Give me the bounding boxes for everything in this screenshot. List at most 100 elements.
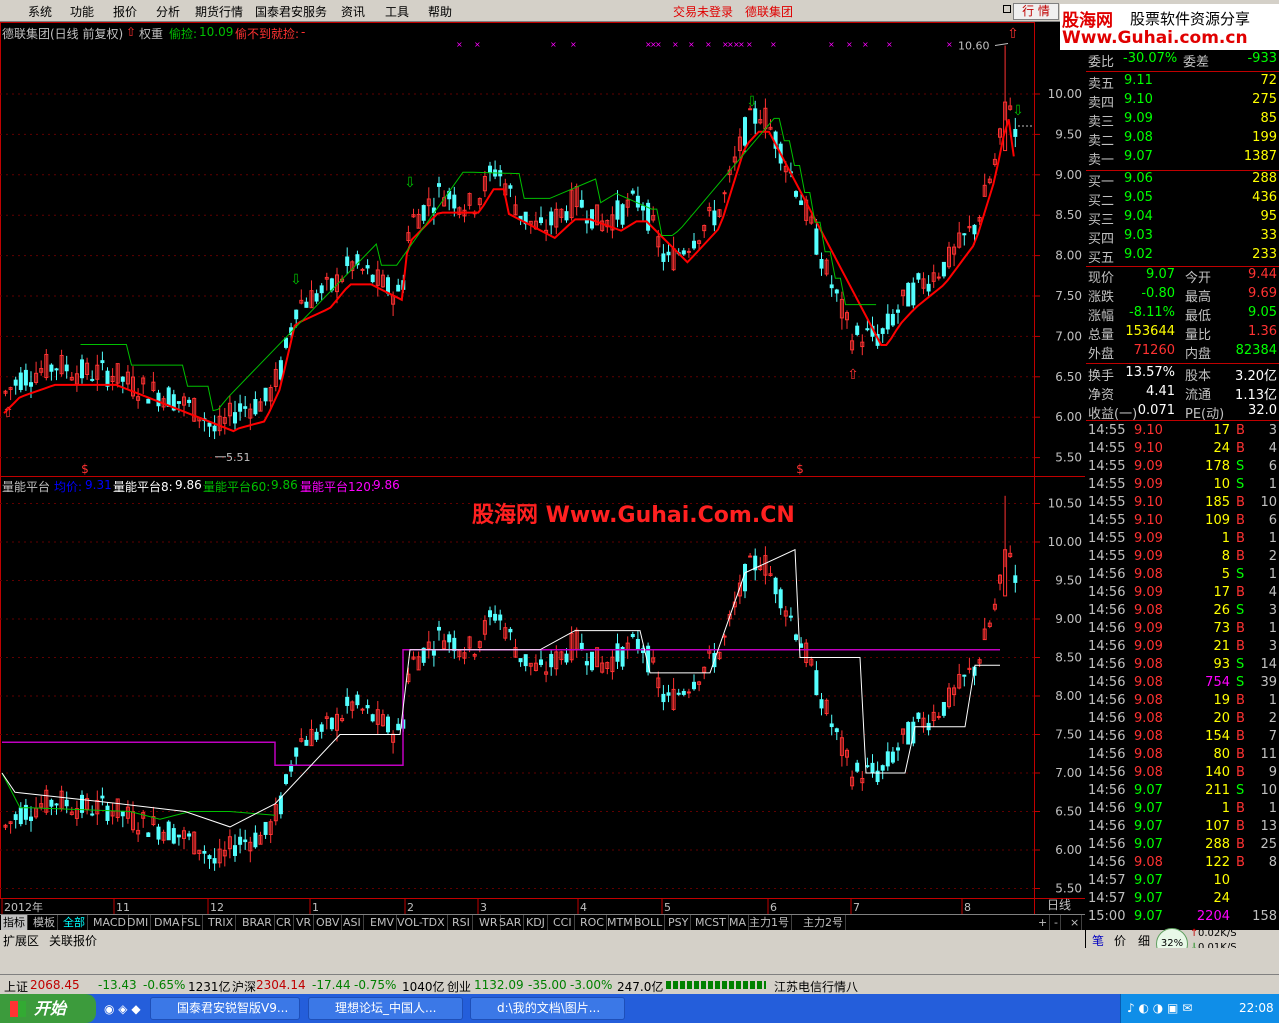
stat-row[interactable]: 换手 13.57% 股本 3.20亿 [1086,365,1279,384]
tick-row[interactable]: 14:57 9.07 24 [1086,891,1279,910]
menu-tools[interactable]: 工具 [385,3,409,20]
panel-control-button[interactable]: - [1052,915,1061,931]
indicator-tab[interactable]: 主力2号 [801,915,846,931]
server-name[interactable]: 江苏电信行情八 [774,978,858,995]
tick-row[interactable]: 14:55 9.09 1 B 1 [1086,531,1279,550]
indicator-tab[interactable]: 主力1号 [747,915,792,931]
menu-gtja-service[interactable]: 国泰君安服务 [255,3,327,20]
indicator-tab[interactable]: CR [274,915,295,931]
sh-label[interactable]: 上证 [4,978,28,995]
indicator-tab[interactable]: VR [294,915,315,931]
restore-icon[interactable] [1003,5,1011,13]
menu-analysis[interactable]: 分析 [156,3,180,20]
tick-row[interactable]: 14:56 9.07 288 B 25 [1086,837,1279,856]
indicator-tab[interactable]: DMA [152,915,183,931]
menu-system[interactable]: 系统 [28,3,52,20]
tick-row[interactable]: 14:56 9.08 80 B 11 [1086,747,1279,766]
stock-link[interactable]: 德联集团 [745,3,793,20]
indicator-name[interactable]: 量能平台 [2,478,50,495]
indicator-tab[interactable]: TRIX [206,915,237,931]
tick-row[interactable]: 14:56 9.08 754 S 39 [1086,675,1279,694]
ask-row[interactable]: 卖四 9.10 275 [1086,92,1279,111]
hq-button[interactable]: 行 情 [1013,3,1059,20]
indicator-tab[interactable]: PSY [666,915,692,931]
stat-row[interactable]: 现价 9.07 今开 9.44 [1086,267,1279,286]
indicator-tab[interactable]: SAR [497,915,525,931]
bid-row[interactable]: 买四 9.03 33 [1086,228,1279,247]
indicator-tab[interactable]: MCST [693,915,729,931]
weibi-row[interactable]: 委比 -30.07% 委差 -933 [1086,51,1279,70]
stat-row[interactable]: 外盘 71260 内盘 82384 [1086,343,1279,362]
bid-row[interactable]: 买二 9.05 436 [1086,190,1279,209]
stat-row[interactable]: 涨幅 -8.11% 最低 9.05 [1086,305,1279,324]
tab-detail[interactable]: 细 [1138,932,1150,949]
tick-row[interactable]: 14:56 9.07 1 B 1 [1086,801,1279,820]
indicator-tab[interactable]: OBV [314,915,343,931]
indicator-tab[interactable]: BRAR [240,915,275,931]
tick-row[interactable]: 15:00 9.07 2204 158 [1086,909,1279,928]
tick-row[interactable]: 14:56 9.07 211 S 10 [1086,783,1279,802]
indicator-tab[interactable]: BOLL [632,915,666,931]
task-gtja[interactable]: 国泰君安锐智版V9... [150,997,300,1020]
indicator-tab[interactable]: ROC [578,915,607,931]
period-label[interactable]: 日线 [1047,898,1071,912]
tab-price[interactable]: 价 [1114,932,1126,949]
tick-row[interactable]: 14:55 9.09 8 B 2 [1086,549,1279,568]
indicator-tab[interactable]: CCI [551,915,575,931]
tick-row[interactable]: 14:56 9.08 140 B 9 [1086,765,1279,784]
tick-row[interactable]: 14:56 9.09 17 B 4 [1086,585,1279,604]
cy-label[interactable]: 创业 [447,978,471,995]
tick-row[interactable]: 14:55 9.10 185 B 10 [1086,495,1279,514]
hs-label[interactable]: 沪深 [232,978,256,995]
stat-row[interactable]: 总量 153644 量比 1.36 [1086,324,1279,343]
ask-row[interactable]: 卖三 9.09 85 [1086,111,1279,130]
indicator-tab[interactable]: ASI [341,915,364,931]
menu-function[interactable]: 功能 [70,3,94,20]
ask-row[interactable]: 卖五 9.11 72 [1086,73,1279,92]
tick-row[interactable]: 14:56 9.07 107 B 13 [1086,819,1279,838]
kline-chart[interactable]: 10.00 9.50 9.00 8.50 8.00 7.50 7.00 6.50 6.00 5.5… [0,22,1085,915]
login-status[interactable]: 交易未登录 [673,3,733,20]
tick-row[interactable]: 14:56 9.08 19 B 1 [1086,693,1279,712]
stat-row[interactable]: 涨跌 -0.80 最高 9.69 [1086,286,1279,305]
ask-row[interactable]: 卖一 9.07 1387 [1086,149,1279,168]
tick-row[interactable]: 14:56 9.08 5 S 1 [1086,567,1279,586]
tray-icons[interactable]: ♪ ◐ ◑ ▣ ✉ [1127,1001,1192,1015]
tick-row[interactable]: 14:56 9.08 154 B 7 [1086,729,1279,748]
ask-row[interactable]: 卖二 9.08 199 [1086,130,1279,149]
task-folder[interactable]: d:\我的文档\图片... [470,997,625,1020]
bid-row[interactable]: 买一 9.06 288 [1086,171,1279,190]
menu-quote[interactable]: 报价 [113,3,137,20]
panel-control-button[interactable]: + [1036,915,1051,931]
indicator-tab[interactable]: RSI [450,915,473,931]
bid-row[interactable]: 买三 9.04 95 [1086,209,1279,228]
bid-row[interactable]: 买五 9.02 233 [1086,247,1279,266]
tab-trades[interactable]: 笔 [1092,932,1104,949]
tick-row[interactable]: 14:55 9.10 24 B 4 [1086,441,1279,460]
quicklaunch-icons[interactable]: ◉ ◈ ◆ [104,1002,141,1016]
panel-control-button[interactable]: × [1068,915,1083,931]
indicator-tab[interactable]: EMV [368,915,397,931]
indicator-tab[interactable]: DMI [125,915,152,931]
weight-label[interactable]: 权重 [139,25,163,42]
tick-row[interactable]: 14:56 9.08 26 S 3 [1086,603,1279,622]
tick-row[interactable]: 14:56 9.08 122 B 8 [1086,855,1279,874]
indicator-tab[interactable]: 指标 [1,915,28,931]
tick-row[interactable]: 14:56 9.08 20 B 2 [1086,711,1279,730]
indicator-tab[interactable]: MA [727,915,750,931]
stat-row[interactable]: 净资 4.41 流通 1.13亿 [1086,384,1279,403]
tick-row[interactable]: 14:55 9.10 109 B 6 [1086,513,1279,532]
menu-help[interactable]: 帮助 [428,3,452,20]
menu-futures[interactable]: 期货行情 [195,3,243,20]
tick-row[interactable]: 14:57 9.07 10 [1086,873,1279,892]
menu-news[interactable]: 资讯 [341,3,365,20]
ext-tab[interactable]: 扩展区 [3,932,39,949]
tick-row[interactable]: 14:56 9.08 93 S 14 [1086,657,1279,676]
tick-row[interactable]: 14:55 9.09 10 S 1 [1086,477,1279,496]
indicator-tab[interactable]: VOL-TDX [395,915,448,931]
indicator-tab[interactable]: 模板 [31,915,58,931]
tick-row[interactable]: 14:55 9.09 178 S 6 [1086,459,1279,478]
indicator-tab[interactable]: MACD [91,915,129,931]
linked-quote-tab[interactable]: 关联报价 [49,932,97,949]
indicator-tab[interactable]: FSL [179,915,204,931]
